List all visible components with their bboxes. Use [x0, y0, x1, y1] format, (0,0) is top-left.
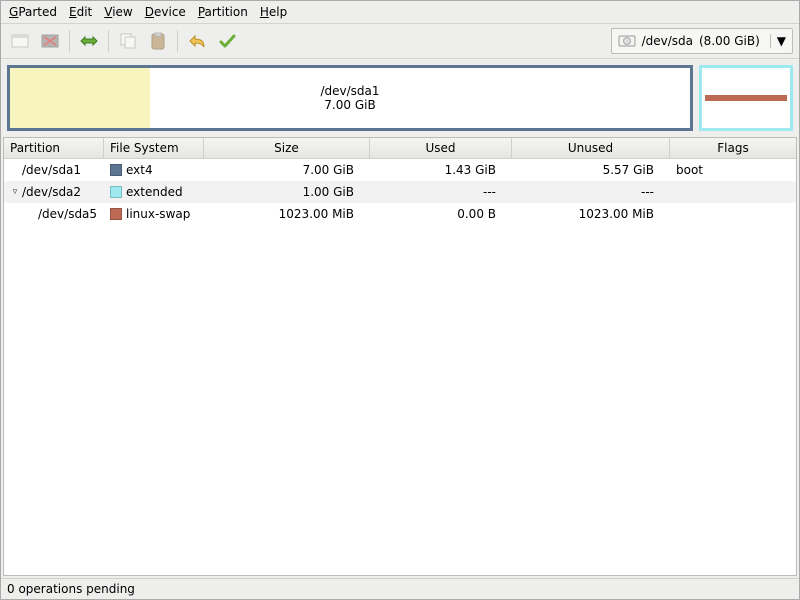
- fs-name: ext4: [126, 163, 153, 177]
- device-selector[interactable]: /dev/sda (8.00 GiB) ▼: [611, 28, 793, 54]
- partition-table: Partition File System Size Used Unused F…: [3, 137, 797, 576]
- partition-block-sda5[interactable]: [705, 95, 787, 101]
- table-header: Partition File System Size Used Unused F…: [4, 138, 796, 159]
- fs-color-swatch: [110, 186, 122, 198]
- partition-block-sda1[interactable]: /dev/sda1 7.00 GiB: [7, 65, 693, 131]
- delete-partition-button[interactable]: [37, 28, 63, 54]
- disk-map: /dev/sda1 7.00 GiB: [1, 59, 799, 137]
- cell-flags: boot: [670, 163, 796, 177]
- cell-filesystem: linux-swap: [104, 207, 204, 221]
- menu-device[interactable]: Device: [145, 5, 186, 19]
- partition-block-label: /dev/sda1 7.00 GiB: [320, 84, 379, 112]
- partition-name: /dev/sda5: [38, 207, 97, 221]
- menu-gparted[interactable]: GParted: [9, 5, 57, 19]
- cell-used: ---: [370, 185, 512, 199]
- cell-filesystem: ext4: [104, 163, 204, 177]
- col-unused[interactable]: Unused: [512, 138, 670, 158]
- cell-used: 1.43 GiB: [370, 163, 512, 177]
- cell-unused: 5.57 GiB: [512, 163, 670, 177]
- cell-partition: ▿/dev/sda2: [4, 185, 104, 199]
- menu-edit[interactable]: Edit: [69, 5, 92, 19]
- partition-block-sda2[interactable]: [699, 65, 793, 131]
- partition-name: /dev/sda2: [22, 185, 81, 199]
- partition-name: /dev/sda1: [22, 163, 81, 177]
- fs-name: extended: [126, 185, 183, 199]
- fs-color-swatch: [110, 208, 122, 220]
- menu-help[interactable]: Help: [260, 5, 287, 19]
- table-row[interactable]: ▿/dev/sda2extended1.00 GiB------: [4, 181, 796, 203]
- resize-move-button[interactable]: [76, 28, 102, 54]
- table-body: /dev/sda1 ext4 7.00 GiB1.43 GiB5.57 GiBboo…: [4, 159, 796, 575]
- cell-partition: /dev/sda5: [4, 207, 104, 221]
- device-name: /dev/sda: [642, 34, 693, 48]
- fs-name: linux-swap: [126, 207, 190, 221]
- paste-button[interactable]: [145, 28, 171, 54]
- disk-icon: [618, 34, 636, 48]
- device-size: (8.00 GiB): [699, 34, 760, 48]
- col-size[interactable]: Size: [204, 138, 370, 158]
- col-used[interactable]: Used: [370, 138, 512, 158]
- table-row[interactable]: /dev/sda1 ext4 7.00 GiB1.43 GiB5.57 GiBboo…: [4, 159, 796, 181]
- cell-size: 7.00 GiB: [204, 163, 370, 177]
- col-filesystem[interactable]: File System: [104, 138, 204, 158]
- status-bar: 0 operations pending: [1, 578, 799, 599]
- separator: [108, 30, 109, 52]
- used-space-fill: [10, 68, 150, 128]
- separator: [177, 30, 178, 52]
- expander-icon[interactable]: ▿: [10, 187, 20, 197]
- cell-unused: 1023.00 MiB: [512, 207, 670, 221]
- fs-color-swatch: [110, 164, 122, 176]
- cell-unused: ---: [512, 185, 670, 199]
- cell-size: 1.00 GiB: [204, 185, 370, 199]
- cell-filesystem: extended: [104, 185, 204, 199]
- cell-partition: /dev/sda1: [4, 163, 104, 177]
- status-text: 0 operations pending: [7, 582, 135, 596]
- menu-partition[interactable]: Partition: [198, 5, 248, 19]
- toolbar: /dev/sda (8.00 GiB) ▼: [1, 24, 799, 59]
- menu-bar: GParted Edit View Device Partition Help: [1, 1, 799, 24]
- table-row[interactable]: /dev/sda5 linux-swap 1023.00 MiB0.00 B1023…: [4, 203, 796, 225]
- cell-used: 0.00 B: [370, 207, 512, 221]
- undo-button[interactable]: [184, 28, 210, 54]
- apply-button[interactable]: [214, 28, 240, 54]
- cell-size: 1023.00 MiB: [204, 207, 370, 221]
- col-partition[interactable]: Partition: [4, 138, 104, 158]
- copy-button[interactable]: [115, 28, 141, 54]
- separator: [69, 30, 70, 52]
- new-partition-button[interactable]: [7, 28, 33, 54]
- col-flags[interactable]: Flags: [670, 138, 796, 158]
- dropdown-arrow-icon: ▼: [770, 34, 786, 48]
- menu-view[interactable]: View: [104, 5, 132, 19]
